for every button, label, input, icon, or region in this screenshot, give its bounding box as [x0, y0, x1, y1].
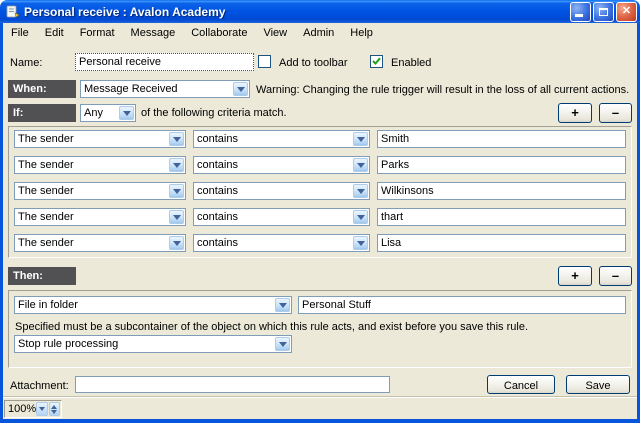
menu-message[interactable]: Message: [123, 25, 184, 41]
close-icon: ✕: [622, 6, 631, 17]
close-button[interactable]: ✕: [616, 2, 637, 22]
minimize-button[interactable]: [570, 2, 591, 22]
title-bar: Personal receive : Avalon Academy ✕: [0, 0, 640, 23]
criteria-field-select[interactable]: The sender: [14, 208, 186, 226]
minimize-icon: [575, 14, 583, 17]
action-note-text: Specified must be a subcontainer of the …: [15, 321, 528, 333]
menu-file[interactable]: File: [3, 25, 37, 41]
chevron-down-icon[interactable]: [275, 298, 290, 312]
menu-view[interactable]: View: [255, 25, 295, 41]
menu-bar: File Edit Format Message Collaborate Vie…: [3, 23, 637, 42]
chevron-down-icon[interactable]: [169, 210, 184, 224]
attachment-input[interactable]: [75, 376, 390, 393]
spinner-down-icon: [51, 410, 57, 417]
criteria-field-select[interactable]: The sender: [14, 234, 186, 252]
chevron-down-icon[interactable]: [233, 82, 248, 96]
chevron-down-icon[interactable]: [169, 236, 184, 250]
window-title: Personal receive : Avalon Academy: [24, 5, 568, 19]
when-trigger-select[interactable]: Message Received: [80, 80, 250, 98]
criteria-value-input[interactable]: [377, 182, 626, 200]
actions-panel: File in folder Specified must be a subco…: [8, 290, 632, 368]
maximize-button[interactable]: [593, 2, 614, 22]
attachment-label: Attachment:: [10, 380, 69, 392]
spinner-up-icon: [51, 402, 57, 409]
menu-format[interactable]: Format: [72, 25, 123, 41]
criteria-value-input[interactable]: [377, 234, 626, 252]
menu-help[interactable]: Help: [342, 25, 381, 41]
chevron-down-icon[interactable]: [169, 132, 184, 146]
name-input[interactable]: [75, 53, 254, 71]
chevron-down-icon[interactable]: [353, 184, 368, 198]
criteria-value-input[interactable]: [377, 156, 626, 174]
action-folder-input[interactable]: [298, 296, 626, 314]
add-criteria-button[interactable]: +: [558, 103, 592, 123]
add-action-button[interactable]: +: [558, 266, 592, 286]
chevron-down-icon[interactable]: [169, 184, 184, 198]
chevron-down-icon[interactable]: [353, 132, 368, 146]
criteria-value-input[interactable]: [377, 208, 626, 226]
window-border-left: [0, 22, 3, 423]
enabled-label[interactable]: Enabled: [391, 57, 431, 69]
chevron-down-icon[interactable]: [353, 210, 368, 224]
chevron-down-icon[interactable]: [119, 106, 134, 120]
chevron-down-icon[interactable]: [169, 158, 184, 172]
remove-action-button[interactable]: –: [599, 266, 632, 286]
menu-collaborate[interactable]: Collaborate: [183, 25, 255, 41]
criteria-operator-select[interactable]: contains: [193, 208, 370, 226]
if-match-select[interactable]: Any: [80, 104, 136, 122]
check-icon: [372, 57, 381, 66]
criteria-operator-select[interactable]: contains: [193, 130, 370, 148]
zoom-dropdown-button[interactable]: [36, 402, 47, 416]
then-section-label: Then:: [8, 267, 76, 285]
when-section-label: When:: [8, 80, 76, 98]
criteria-panel: The sender contains The sender contains …: [8, 126, 632, 258]
chevron-down-icon[interactable]: [275, 337, 290, 351]
criteria-operator-select[interactable]: contains: [193, 234, 370, 252]
criteria-field-select[interactable]: The sender: [14, 182, 186, 200]
menu-edit[interactable]: Edit: [37, 25, 72, 41]
criteria-operator-select[interactable]: contains: [193, 182, 370, 200]
action-type-select[interactable]: File in folder: [14, 296, 292, 314]
second-action-select[interactable]: Stop rule processing: [14, 335, 292, 353]
criteria-value-input[interactable]: [377, 130, 626, 148]
criteria-field-select[interactable]: The sender: [14, 130, 186, 148]
save-button[interactable]: Save: [566, 375, 630, 394]
window-border-bottom: [0, 419, 640, 423]
rule-editor-window: Personal receive : Avalon Academy ✕ File…: [0, 0, 640, 423]
when-warning-text: Warning: Changing the rule trigger will …: [256, 84, 629, 96]
add-to-toolbar-label[interactable]: Add to toolbar: [279, 57, 348, 69]
statusbar-divider: [3, 396, 637, 398]
menu-admin[interactable]: Admin: [295, 25, 342, 41]
criteria-operator-select[interactable]: contains: [193, 156, 370, 174]
window-icon: [5, 4, 20, 19]
if-section-label: If:: [8, 104, 76, 122]
criteria-field-select[interactable]: The sender: [14, 156, 186, 174]
name-label: Name:: [10, 57, 42, 69]
enabled-checkbox[interactable]: [370, 55, 383, 68]
remove-criteria-button[interactable]: –: [599, 103, 632, 123]
chevron-down-icon[interactable]: [353, 158, 368, 172]
cancel-button[interactable]: Cancel: [487, 375, 555, 394]
chevron-down-icon: [39, 407, 45, 414]
add-to-toolbar-checkbox[interactable]: [258, 55, 271, 68]
zoom-value: 100%: [8, 403, 36, 415]
chevron-down-icon[interactable]: [353, 236, 368, 250]
zoom-spinner[interactable]: [49, 402, 60, 416]
zoom-control: 100%: [4, 400, 62, 418]
if-suffix-text: of the following criteria match.: [141, 107, 287, 119]
maximize-icon: [599, 8, 608, 16]
